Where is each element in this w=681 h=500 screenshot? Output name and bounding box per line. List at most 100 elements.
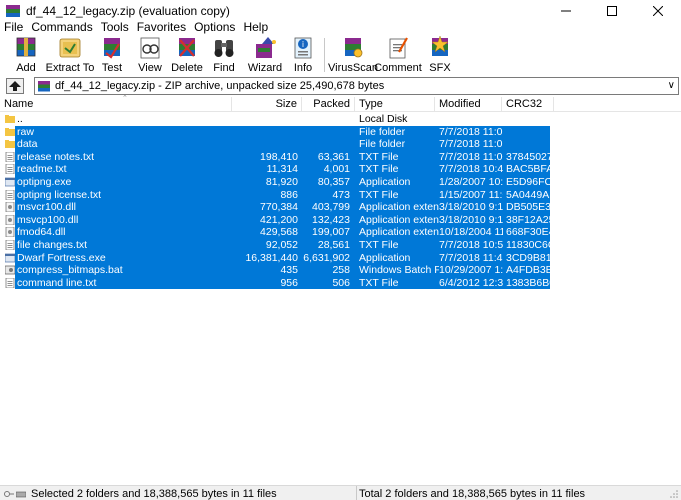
column-modified[interactable]: Modified <box>435 97 502 112</box>
find-button[interactable]: Find <box>206 36 242 74</box>
cell-modified: 7/7/2018 11:00 ... <box>439 150 503 163</box>
up-one-level-button[interactable] <box>6 78 24 94</box>
info-icon: i <box>294 37 312 59</box>
table-row[interactable]: Dwarf Fortress.exe 16,381,440 6,631,902 App… <box>0 251 681 265</box>
column-packed[interactable]: Packed <box>302 97 355 112</box>
column-type[interactable]: Type <box>355 97 435 112</box>
table-row[interactable]: optipng license.txt 886 473 TXT File 1/15/20… <box>0 188 681 202</box>
table-row[interactable]: file changes.txt 92,052 28,561 TXT File 7/7/… <box>0 239 681 252</box>
binoculars-icon <box>214 40 234 57</box>
comment-button[interactable]: Comment <box>374 36 422 74</box>
cell-packed <box>300 126 350 139</box>
address-text: df_44_12_legacy.zip - ZIP archive, unpac… <box>55 80 385 92</box>
maximize-icon <box>607 5 617 16</box>
add-archive-icon <box>16 37 36 57</box>
toolbar-separator <box>324 38 325 72</box>
column-name[interactable]: Name <box>0 97 232 112</box>
cell-packed: 132,423 <box>312 213 350 226</box>
zip-archive-icon <box>38 81 50 92</box>
resize-grip-icon[interactable] <box>669 489 679 499</box>
list-header: ⌃ Name Size Packed Type Modified CRC32 <box>0 95 681 112</box>
cell-type: TXT File <box>359 150 399 163</box>
cell-packed: 28,561 <box>317 239 350 251</box>
table-row[interactable]: rawFile folder7/7/2018 11:01 ... <box>0 125 681 139</box>
info-label: Info <box>293 62 313 74</box>
exe-icon <box>5 253 15 262</box>
extract-icon <box>59 38 81 58</box>
menu-tools[interactable]: Tools <box>97 20 133 35</box>
table-row[interactable]: dataFile folder7/7/2018 11:01 ... <box>0 138 681 151</box>
cell-type: Application extens... <box>359 213 439 226</box>
sfx-button[interactable]: SFX <box>423 36 457 74</box>
view-button[interactable]: View <box>132 36 168 74</box>
cell-crc32 <box>506 126 550 139</box>
sfx-label: SFX <box>429 62 451 74</box>
status-selected: Selected 2 folders and 18,388,565 bytes … <box>31 487 277 500</box>
comment-icon <box>389 37 408 59</box>
cell-modified: 1/15/2007 11:0... <box>439 188 503 201</box>
info-button[interactable]: i Info <box>286 36 320 74</box>
minimize-icon <box>561 10 571 11</box>
menu-options[interactable]: Options <box>190 20 239 35</box>
text-file-icon <box>5 277 15 288</box>
test-icon <box>104 38 120 59</box>
cell-modified: 7/7/2018 10:51 ... <box>439 239 503 251</box>
table-row[interactable]: .. Local Disk <box>0 113 681 126</box>
add-label: Add <box>16 62 36 74</box>
bat-icon <box>5 265 15 275</box>
svg-text:i: i <box>302 40 304 49</box>
cell-packed: 63,361 <box>317 150 350 163</box>
chevron-down-icon[interactable]: ∨ <box>668 80 675 91</box>
close-icon <box>653 5 663 16</box>
table-row[interactable]: release notes.txt 198,410 63,361 TXT File 7/… <box>0 150 681 164</box>
cell-size: 435 <box>280 264 298 277</box>
table-row[interactable]: fmod64.dll 429,568 199,007 Application exte… <box>0 226 681 239</box>
drive-icon <box>16 491 26 497</box>
cell-type: File folder <box>359 138 406 151</box>
table-row[interactable]: compress_bitmaps.bat 435 258 Windows Batch … <box>0 264 681 277</box>
cell-crc32: BAC5BFA3 <box>506 163 550 176</box>
cell-modified: 7/7/2018 11:01 ... <box>439 138 503 151</box>
add-button[interactable]: Add <box>6 36 46 74</box>
extract-to-label: Extract To <box>45 62 95 74</box>
cell-crc32: 668F30E4 <box>506 226 550 239</box>
menu-file[interactable]: File <box>0 20 27 35</box>
delete-label: Delete <box>171 62 203 74</box>
maximize-button[interactable] <box>589 0 635 21</box>
menu-help[interactable]: Help <box>239 20 272 35</box>
cell-packed: 4,001 <box>323 163 350 176</box>
address-field[interactable]: df_44_12_legacy.zip - ZIP archive, unpac… <box>34 77 679 95</box>
cell-crc32: DB505E33 <box>506 201 550 214</box>
wizard-label: Wizard <box>247 62 283 74</box>
menu-favorites[interactable]: Favorites <box>133 20 190 35</box>
column-size[interactable]: Size <box>232 97 302 112</box>
table-row[interactable]: optipng.exe 81,920 80,357 Application 1/28/2… <box>0 176 681 189</box>
wizard-button[interactable]: Wizard <box>244 36 286 74</box>
cell-packed: 6,631,902 <box>303 251 350 264</box>
cell-size <box>232 113 298 126</box>
virusscan-label: VirusScan <box>328 62 378 74</box>
table-row[interactable]: msvcr100.dll 770,384 403,799 Application ex… <box>0 201 681 214</box>
cell-size: 429,568 <box>260 226 298 239</box>
cell-crc32: 38F12A25 <box>506 213 550 226</box>
text-file-icon <box>5 189 15 200</box>
virusscan-button[interactable]: VirusScan <box>328 36 378 74</box>
table-row[interactable]: readme.txt 11,314 4,001 TXT File 7/7/2018 10… <box>0 163 681 176</box>
table-row[interactable]: msvcp100.dll 421,200 132,423 Application ex… <box>0 213 681 227</box>
cell-crc32: 1383B6B0 <box>506 276 550 289</box>
column-crc32[interactable]: CRC32 <box>502 97 554 112</box>
table-row[interactable]: command line.txt 956 506 TXT File 6/4/2012 1… <box>0 276 681 290</box>
status-bar: Selected 2 folders and 18,388,565 bytes … <box>0 485 681 500</box>
test-button[interactable]: Test <box>94 36 130 74</box>
extract-to-button[interactable]: Extract To <box>46 36 94 74</box>
delete-button[interactable]: Delete <box>168 36 206 74</box>
menu-commands[interactable]: Commands <box>27 20 96 35</box>
cell-type: Local Disk <box>359 113 408 125</box>
cell-size <box>232 138 298 151</box>
minimize-button[interactable] <box>543 0 589 21</box>
cell-modified: 3/18/2010 9:15 ... <box>439 201 503 214</box>
close-button[interactable] <box>635 0 681 21</box>
cell-type: File folder <box>359 125 406 138</box>
arrow-up-icon <box>9 81 21 91</box>
cell-packed: 473 <box>332 188 350 201</box>
